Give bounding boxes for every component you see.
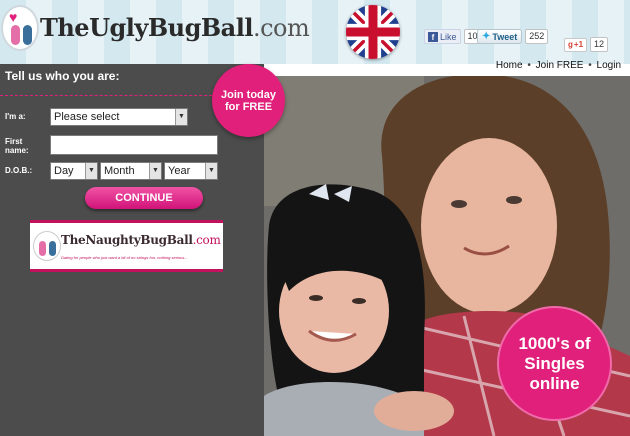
join-badge-line2: for FREE [224,100,273,113]
join-badge-line1: Join today [220,88,276,101]
first-name-label: First name: [5,137,29,155]
site-header: ♥ TheUglyBugBall.com f Like 10k ✦ Tweet … [0,0,630,71]
heart-icon: ♥ [9,9,18,25]
tweet-button[interactable]: ✦ Tweet [477,29,523,44]
dob-day-select[interactable]: Day ▼ [50,162,98,180]
continue-button[interactable]: CONTINUE [85,187,203,209]
tweet-label: Tweet [492,31,518,42]
first-name-input[interactable] [50,135,218,155]
banner-name: TheNaughtyBugBall [61,233,193,247]
join-free-badge[interactable]: Join today for FREE [212,64,285,137]
google-plus-widget[interactable]: g +1 12 [564,37,609,52]
dob-year-value: Year [168,165,191,177]
nav-separator: • [527,60,531,71]
banner-tagline: Dating for people who just want a bit of… [61,255,188,260]
dob-day-value: Day [54,165,74,177]
twitter-tweet-widget[interactable]: ✦ Tweet 252 [477,29,549,44]
singles-badge-line2: Singles [524,353,585,373]
facebook-icon: f [428,31,438,42]
im-a-select-value: Please select [54,111,120,123]
banner-title: TheNaughtyBugBall.com [61,233,221,247]
dob-year-select[interactable]: Year ▼ [164,162,218,180]
tweet-count: 252 [525,29,549,44]
site-logo[interactable]: TheUglyBugBall.com [40,13,310,42]
dropdown-arrow-icon: ▼ [205,163,217,179]
bugs-logo-icon [33,231,61,261]
logo-domain: .com [252,14,310,42]
logo-name: TheUglyBugBall [40,13,253,42]
im-a-label: I'm a: [5,112,26,121]
dob-label: D.O.B.: [5,166,33,175]
pink-bug-icon [11,25,20,45]
im-a-select[interactable]: Please select ▼ [50,108,188,126]
singles-badge-line1: 1000's of [518,333,591,353]
twitter-bird-icon: ✦ [482,31,491,42]
nav-home-link[interactable]: Home [496,60,523,71]
uk-flag-icon [346,5,400,59]
google-plus-icon: g [568,40,573,49]
naughty-bug-ball-banner[interactable]: TheNaughtyBugBall.com Dating for people … [30,220,223,272]
facebook-like-button[interactable]: f Like [424,29,461,44]
logo-bugs-icon[interactable]: ♥ [1,5,39,51]
singles-online-badge: 1000's of Singles online [497,306,612,421]
like-label: Like [440,31,457,42]
nav-login-link[interactable]: Login [597,60,621,71]
singles-badge-line3: online [529,373,580,393]
form-title: Tell us who you are: [5,69,120,83]
dob-month-select[interactable]: Month ▼ [100,162,162,180]
nav-join-link[interactable]: Join FREE [536,60,584,71]
gplus-label: +1 [573,40,584,49]
google-plus-button[interactable]: g +1 [564,37,588,52]
gplus-count: 12 [590,37,609,52]
banner-domain: .com [192,233,221,247]
dropdown-arrow-icon: ▼ [149,163,161,179]
dropdown-arrow-icon: ▼ [175,109,187,125]
dropdown-arrow-icon: ▼ [85,163,97,179]
blue-bug-icon [23,25,32,45]
nav-separator: • [588,60,592,71]
dob-month-value: Month [104,165,135,177]
top-navigation: Home • Join FREE • Login [495,60,622,71]
